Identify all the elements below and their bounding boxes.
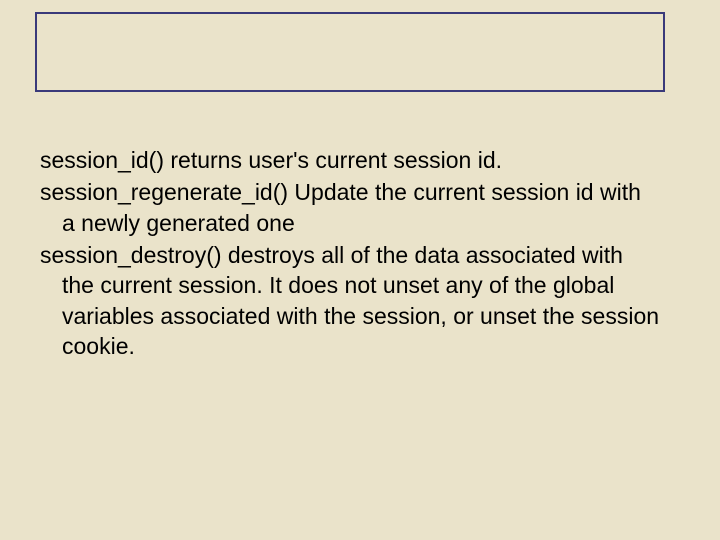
paragraph-1: session_id() returns user's current sess…: [40, 145, 660, 175]
paragraph-2: session_regenerate_id() Update the curre…: [40, 177, 660, 238]
title-frame: [35, 12, 665, 92]
paragraph-3: session_destroy() destroys all of the da…: [40, 240, 660, 361]
slide-content: session_id() returns user's current sess…: [40, 145, 660, 364]
